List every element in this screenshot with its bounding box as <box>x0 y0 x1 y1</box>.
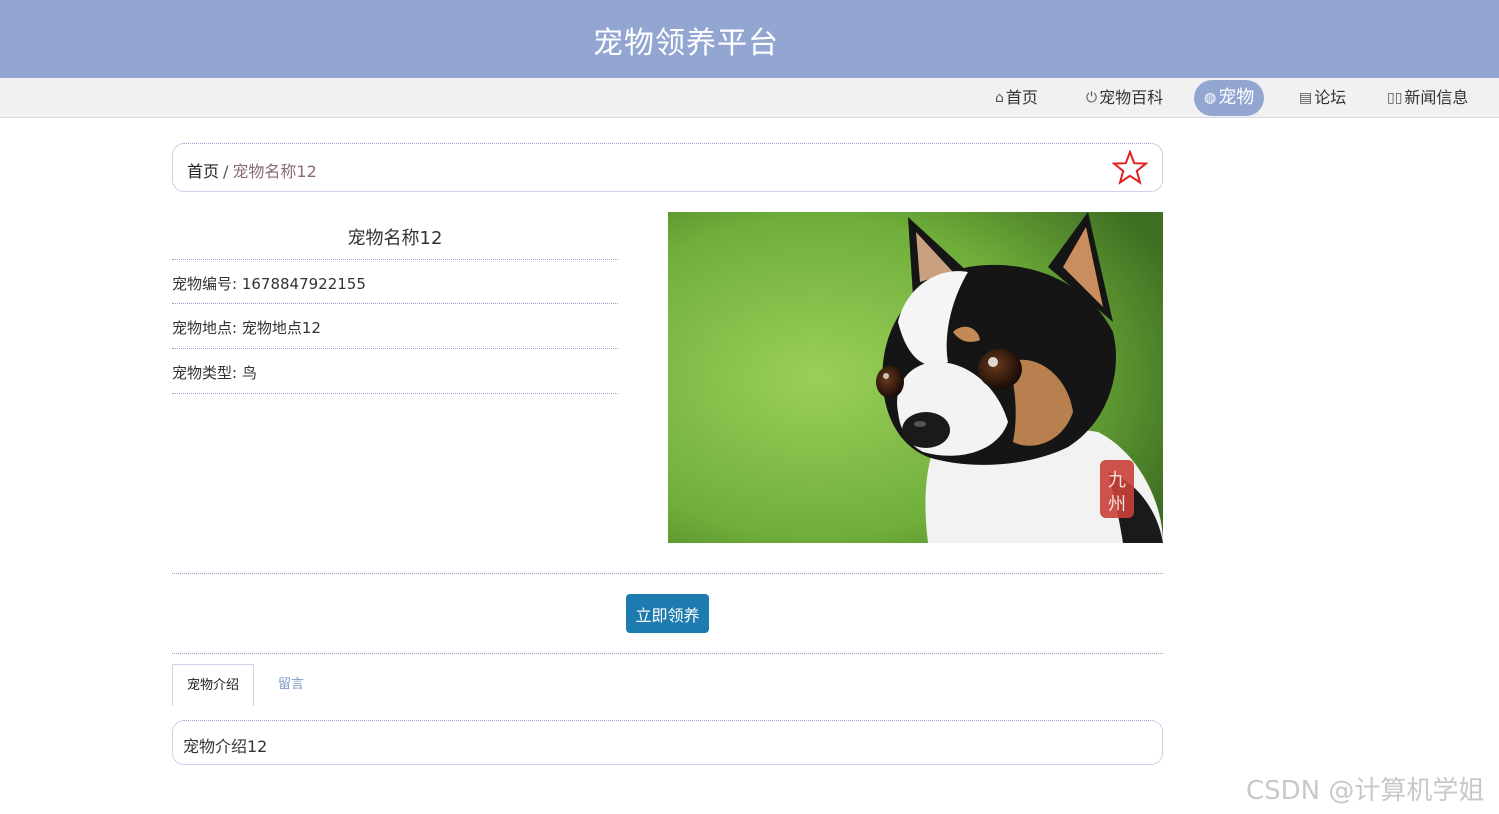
pet-photo: 九 州 <box>668 212 1163 543</box>
pet-location: 宠物地点: 宠物地点12 <box>172 319 321 337</box>
nav-item-forum[interactable]: ▤ 论坛 <box>1299 80 1346 116</box>
breadcrumb-separator: / <box>223 162 229 181</box>
nav-item-encyclopedia-label: 宠物百科 <box>1099 88 1164 107</box>
columns-icon: ▯▯ <box>1387 90 1403 106</box>
power-icon: ⏻ <box>1086 90 1098 106</box>
divider <box>172 573 1163 574</box>
breadcrumb-current: 宠物名称12 <box>232 162 317 181</box>
nav-item-home-label: 首页 <box>1005 88 1038 107</box>
top-header: 宠物领养平台 <box>0 0 1499 78</box>
tab-messages[interactable]: 留言 <box>264 664 318 706</box>
breadcrumb: 首页 / 宠物名称12 <box>172 143 1163 192</box>
nav-item-news[interactable]: ▯▯ 新闻信息 <box>1387 80 1468 116</box>
svg-text:九: 九 <box>1108 470 1126 491</box>
divider <box>172 348 618 349</box>
home-icon: ⌂ <box>995 90 1004 106</box>
divider <box>172 393 618 394</box>
newspaper-icon: ▤ <box>1299 90 1313 106</box>
tab-pet-intro[interactable]: 宠物介绍 <box>172 664 255 706</box>
nav-item-pets[interactable]: ◍ 宠物 <box>1194 80 1265 116</box>
nav-bar: ⌂ 首页 ⏻ 宠物百科 ◍ 宠物 ▤ 论坛 ▯▯ 新闻信息 <box>0 78 1499 118</box>
nav-item-encyclopedia[interactable]: ⏻ 宠物百科 <box>1086 80 1163 116</box>
nav-item-home[interactable]: ⌂ 首页 <box>995 80 1038 116</box>
nav-item-news-label: 新闻信息 <box>1404 88 1469 107</box>
divider <box>172 303 618 304</box>
globe-icon: ◍ <box>1204 90 1217 106</box>
breadcrumb-home[interactable]: 首页 <box>187 162 219 181</box>
divider <box>172 653 1163 654</box>
pet-type: 宠物类型: 鸟 <box>172 364 257 382</box>
favorite-star-icon[interactable] <box>1112 150 1148 186</box>
site-title: 宠物领养平台 <box>593 26 779 61</box>
tab-content-panel: 宠物介绍12 <box>172 720 1163 765</box>
adopt-now-button[interactable]: 立即领养 <box>626 594 709 633</box>
divider <box>172 259 618 260</box>
pet-name-heading: 宠物名称12 <box>347 228 443 249</box>
breadcrumb-trail: 首页 / 宠物名称12 <box>187 158 317 182</box>
svg-text:州: 州 <box>1108 494 1126 515</box>
watermark: CSDN @计算机学姐 <box>1246 776 1485 806</box>
pet-intro-text: 宠物介绍12 <box>183 737 268 756</box>
pet-number: 宠物编号: 1678847922155 <box>172 275 366 293</box>
nav-item-forum-label: 论坛 <box>1314 88 1347 107</box>
nav-item-pets-label: 宠物 <box>1218 87 1255 108</box>
